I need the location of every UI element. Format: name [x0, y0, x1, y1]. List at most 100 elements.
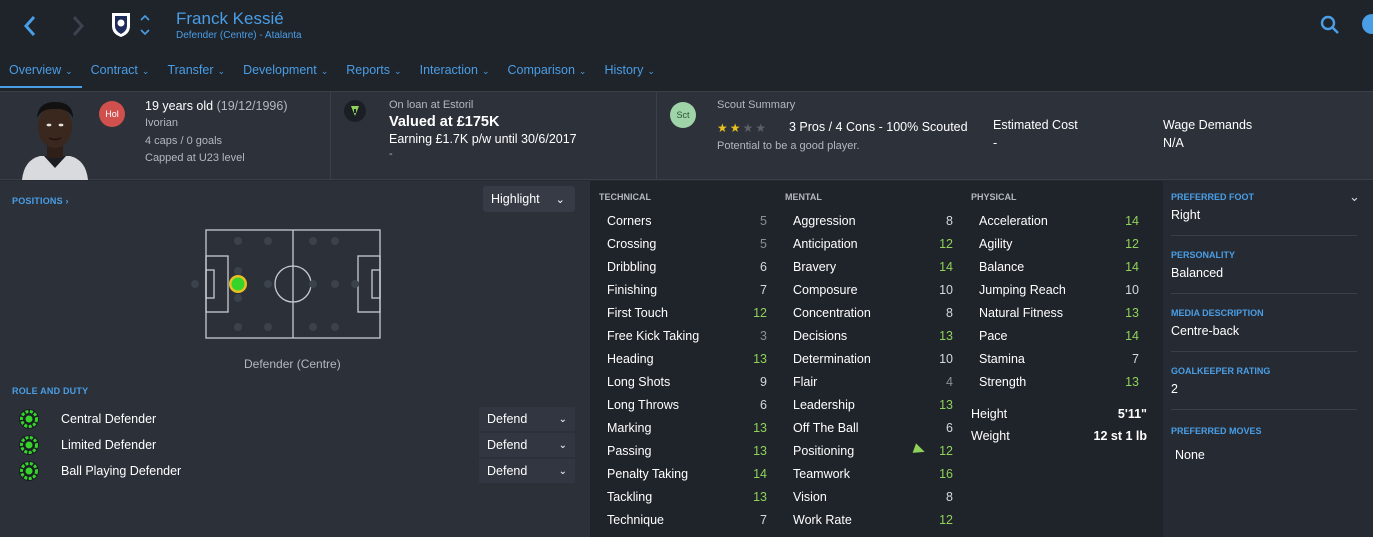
- nationality-badge[interactable]: Hol: [99, 101, 125, 127]
- tab-interaction[interactable]: Interaction ⌄: [411, 60, 499, 88]
- attribute-row[interactable]: First Touch 12: [607, 301, 767, 324]
- loan-arrow-icon: [344, 100, 366, 122]
- attribute-row[interactable]: Flair 4: [793, 370, 953, 393]
- attribute-row[interactable]: Off The Ball 6: [793, 416, 953, 439]
- tab-label: Contract: [90, 63, 138, 77]
- attribute-name: Heading: [607, 351, 654, 366]
- attribute-row[interactable]: Teamwork 16: [793, 462, 953, 485]
- attribute-row[interactable]: Marking 13: [607, 416, 767, 439]
- attribute-value: 8: [946, 489, 953, 504]
- duty-dropdown[interactable]: Defend ⌄: [479, 433, 575, 457]
- positions-title[interactable]: POSITIONS ›: [12, 196, 69, 206]
- technical-column: TECHNICAL Corners 5 Crossing 5 Dribbling 6 Fin…: [599, 181, 775, 537]
- divider: [1171, 293, 1357, 294]
- loan-text[interactable]: On loan at Estoril: [389, 99, 473, 111]
- attribute-row[interactable]: Stamina 7: [979, 347, 1139, 370]
- attribute-row[interactable]: Work Rate 12: [793, 508, 953, 531]
- duty-dropdown[interactable]: Defend ⌄: [479, 459, 575, 483]
- attribute-row[interactable]: Penalty Taking 14: [607, 462, 767, 485]
- attribute-value: 14: [1125, 213, 1139, 228]
- duty-dropdown[interactable]: Defend ⌄: [479, 407, 575, 431]
- attribute-value: 3: [760, 328, 767, 343]
- tab-reports[interactable]: Reports ⌄: [337, 60, 410, 88]
- globe-icon[interactable]: [1362, 14, 1373, 34]
- attribute-row[interactable]: Jumping Reach 10: [979, 278, 1139, 301]
- attribute-row[interactable]: Anticipation 12: [793, 232, 953, 255]
- role-row[interactable]: Ball Playing Defender Defend ⌄: [18, 459, 578, 483]
- attribute-row[interactable]: Long Shots 9: [607, 370, 767, 393]
- attribute-value: 13: [753, 443, 767, 458]
- attribute-row[interactable]: Finishing 7: [607, 278, 767, 301]
- role-row[interactable]: Limited Defender Defend ⌄: [18, 433, 578, 457]
- attribute-name: Stamina: [979, 351, 1025, 366]
- attribute-row[interactable]: Acceleration 14: [979, 209, 1139, 232]
- attribute-row[interactable]: Agility 12: [979, 232, 1139, 255]
- mental-title: MENTAL: [785, 192, 822, 202]
- value-text: Valued at £175K: [389, 114, 500, 130]
- attribute-name: Free Kick Taking: [607, 328, 700, 343]
- technical-title: TECHNICAL: [599, 192, 651, 202]
- attribute-row[interactable]: Passing 13: [607, 439, 767, 462]
- attribute-name: Corners: [607, 213, 652, 228]
- attribute-row[interactable]: Concentration 8: [793, 301, 953, 324]
- tab-transfer[interactable]: Transfer ⌄: [158, 60, 234, 88]
- attribute-row[interactable]: Strength 13: [979, 370, 1139, 393]
- attribute-row[interactable]: Crossing 5: [607, 232, 767, 255]
- capped-text: Capped at U23 level: [145, 152, 245, 164]
- top-bar: Franck Kessié Defender (Centre) - Atalan…: [0, 0, 1373, 91]
- attribute-row[interactable]: Long Throws 6: [607, 393, 767, 416]
- attribute-row[interactable]: Decisions 13: [793, 324, 953, 347]
- attribute-value: 12: [939, 236, 953, 251]
- attribute-row[interactable]: Dribbling 6: [607, 255, 767, 278]
- attribute-value: 6: [760, 397, 767, 412]
- tab-development[interactable]: Development ⌄: [234, 60, 337, 88]
- attribute-value: 14: [1125, 328, 1139, 343]
- star-icon: ★: [729, 121, 741, 135]
- attribute-row[interactable]: Balance 14: [979, 255, 1139, 278]
- back-arrow-icon[interactable]: [18, 12, 42, 40]
- attribute-value: 16: [939, 466, 953, 481]
- attribute-row[interactable]: Determination 10: [793, 347, 953, 370]
- attribute-row[interactable]: Positioning 12: [793, 439, 953, 462]
- attribute-row[interactable]: Corners 5: [607, 209, 767, 232]
- club-badge-icon: [111, 12, 131, 38]
- tab-contract[interactable]: Contract ⌄: [82, 60, 159, 88]
- role-row[interactable]: Central Defender Defend ⌄: [18, 407, 578, 431]
- age-value: 19 years old: [145, 99, 214, 113]
- attribute-value: 6: [760, 259, 767, 274]
- forward-arrow-icon[interactable]: [66, 12, 90, 40]
- attribute-value: 10: [1125, 282, 1139, 297]
- attribute-row[interactable]: Heading 13: [607, 347, 767, 370]
- highlight-label: Highlight: [491, 192, 540, 206]
- chevron-down-icon: ⌄: [558, 465, 567, 477]
- scout-star-rating: ★ ★ ★ ★: [717, 121, 766, 135]
- attribute-row[interactable]: Free Kick Taking 3: [607, 324, 767, 347]
- attribute-row[interactable]: Tackling 13: [607, 485, 767, 508]
- divider: [1171, 351, 1357, 352]
- tab-overview[interactable]: Overview ⌄: [0, 60, 82, 88]
- attribute-value: 13: [1125, 305, 1139, 320]
- duty-label: Defend: [487, 464, 528, 478]
- scout-pros-cons[interactable]: 3 Pros / 4 Cons - 100% Scouted: [789, 120, 968, 134]
- attribute-row[interactable]: Pace 14: [979, 324, 1139, 347]
- divider: [330, 92, 331, 180]
- attribute-row[interactable]: Composure 10: [793, 278, 953, 301]
- attribute-row[interactable]: Technique 7: [607, 508, 767, 531]
- tab-history[interactable]: History ⌄: [595, 60, 663, 88]
- search-icon[interactable]: [1320, 15, 1340, 40]
- attribute-row[interactable]: Leadership 13: [793, 393, 953, 416]
- chevron-down-icon: ⌄: [647, 66, 655, 76]
- attribute-row[interactable]: Natural Fitness 13: [979, 301, 1139, 324]
- chevron-down-icon[interactable]: ⌄: [1349, 189, 1360, 205]
- attribute-row[interactable]: Bravery 14: [793, 255, 953, 278]
- player-subtitle[interactable]: Defender (Centre) - Atalanta: [176, 30, 302, 41]
- chevron-down-icon: ⌄: [481, 66, 490, 76]
- up-down-chevron-icon[interactable]: [139, 12, 151, 38]
- tab-comparison[interactable]: Comparison ⌄: [499, 60, 596, 88]
- attribute-row[interactable]: Aggression 8: [793, 209, 953, 232]
- attribute-value: 7: [1132, 351, 1139, 366]
- attribute-row[interactable]: Vision 8: [793, 485, 953, 508]
- attribute-value: 8: [946, 305, 953, 320]
- duty-label: Defend: [487, 438, 528, 452]
- highlight-dropdown[interactable]: Highlight ⌄: [483, 186, 575, 212]
